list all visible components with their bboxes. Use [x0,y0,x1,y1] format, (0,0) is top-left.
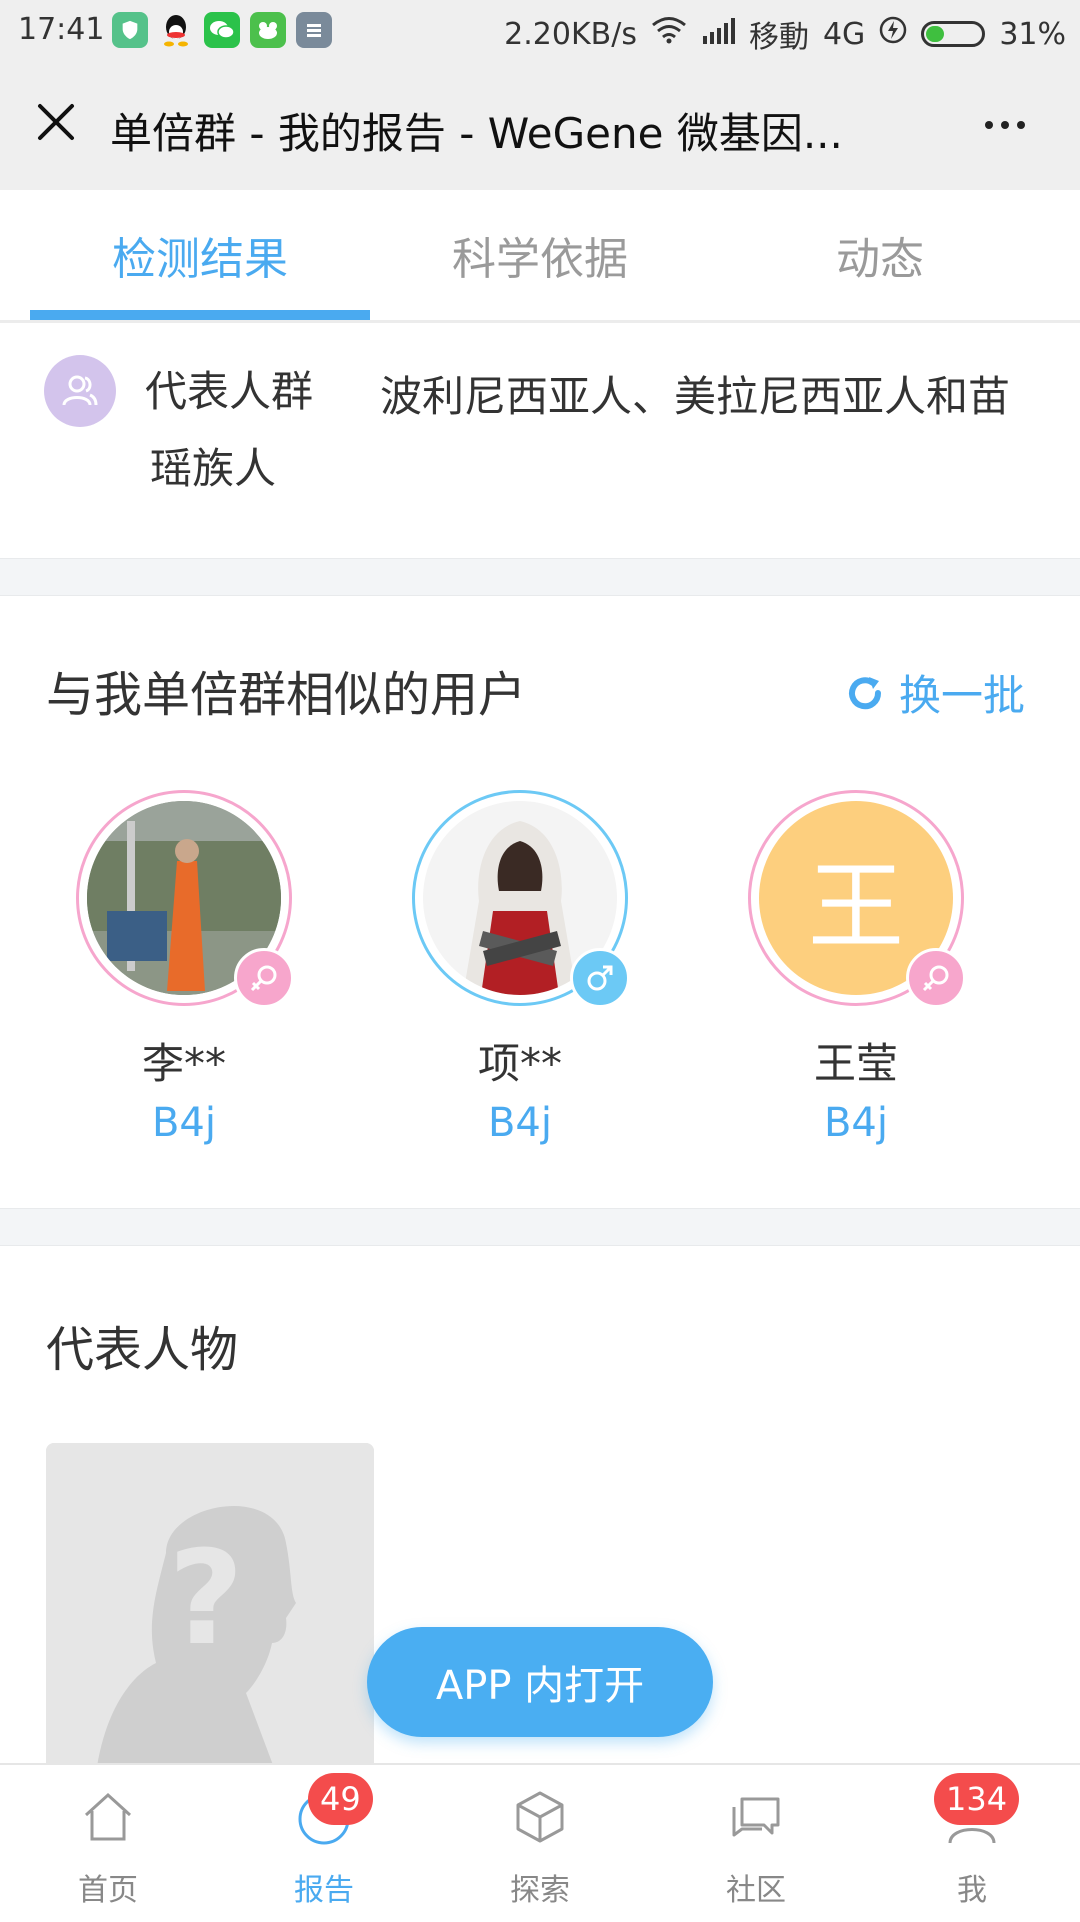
qq-icon [158,12,194,48]
female-icon [906,948,966,1008]
app-icon [296,12,332,48]
refresh-button[interactable]: 换一批 [845,662,1025,723]
tab-active-indicator [30,310,370,320]
more-dot [1001,121,1009,129]
close-button[interactable] [30,96,82,148]
wifi-icon [651,16,687,52]
tab-science[interactable]: 科学依据 [370,190,710,320]
network-type: 4G [822,16,866,52]
report-badge: 49 [308,1773,373,1825]
close-icon [38,104,74,140]
wechat-icon [204,12,240,48]
status-bar: 17:41 2.20KB/s 移動 4G 31% [0,0,1080,60]
refresh-label: 换一批 [899,671,1026,720]
cube-icon [516,1791,564,1843]
bottom-nav: 首页 49 报告 探索 社区 134 我 [0,1763,1080,1922]
user-haplogroup[interactable]: B4j [392,1100,648,1146]
user-haplogroup[interactable]: B4j [728,1100,984,1146]
more-dot [985,121,993,129]
frog-icon [250,12,286,48]
user-name: 王莹 [813,1039,898,1088]
nav-home[interactable]: 首页 [0,1765,216,1922]
representative-group-value: 波利尼西亚人、美拉尼西亚人和苗瑶族人 [150,372,1011,493]
similar-users-title: 与我单倍群相似的用户 [46,667,527,723]
representative-person-card[interactable]: ? [46,1443,374,1773]
title-bar: 单倍群 - 我的报告 - WeGene 微基因... [0,60,1080,191]
unknown-person-icon: ? [46,1443,374,1773]
representative-person-title: 代表人物 [46,1322,239,1378]
female-icon [234,948,294,1008]
page-title: 单倍群 - 我的报告 - WeGene 微基因... [110,109,843,158]
notification-icons [112,12,332,48]
male-icon [570,948,630,1008]
section-divider [0,1208,1080,1246]
similar-user-card[interactable]: 王 王莹 B4j [748,790,968,1170]
representative-group-section: 代表人群 波利尼西亚人、美拉尼西亚人和苗瑶族人 [0,323,1080,558]
carrier: 移動 [748,20,809,55]
nav-label: 首页 [78,1873,138,1908]
tab-bar: 检测结果 科学依据 动态 [0,190,1080,323]
open-in-app-button[interactable]: APP 内打开 [367,1627,713,1737]
nav-label: 报告 [294,1873,354,1908]
svg-text:?: ? [168,1522,243,1674]
nav-me[interactable]: 134 我 [864,1765,1080,1922]
user-name: 项** [477,1039,562,1088]
battery-icon [921,21,986,47]
similar-user-card[interactable]: 项** B4j [412,790,632,1170]
nav-community[interactable]: 社区 [648,1765,864,1922]
nav-explore[interactable]: 探索 [432,1765,648,1922]
tab-activity[interactable]: 动态 [710,190,1050,320]
nav-label: 社区 [726,1873,786,1908]
similar-user-card[interactable]: 李** B4j [76,790,296,1170]
nav-label: 我 [957,1873,987,1908]
chat-icon [732,1797,780,1837]
more-dot [1017,121,1025,129]
me-badge: 134 [934,1773,1020,1825]
status-time: 17:41 [18,12,105,47]
home-icon [84,1792,132,1841]
section-divider [0,558,1080,596]
user-name: 李** [141,1039,226,1088]
battery-percent: 31% [999,16,1066,52]
charging-icon [879,16,907,52]
more-button[interactable] [970,100,1040,150]
signal-icon [701,17,735,52]
status-right: 2.20KB/s 移動 4G 31% [504,12,1066,56]
network-speed: 2.20KB/s [504,16,637,52]
shield-icon [112,12,148,48]
nav-label: 探索 [510,1873,570,1908]
group-icon [44,355,116,427]
nav-report[interactable]: 49 报告 [216,1765,432,1922]
avatar-initial: 王 [808,850,904,963]
refresh-icon [849,676,882,709]
user-haplogroup[interactable]: B4j [56,1100,312,1146]
tab-results[interactable]: 检测结果 [30,190,370,320]
